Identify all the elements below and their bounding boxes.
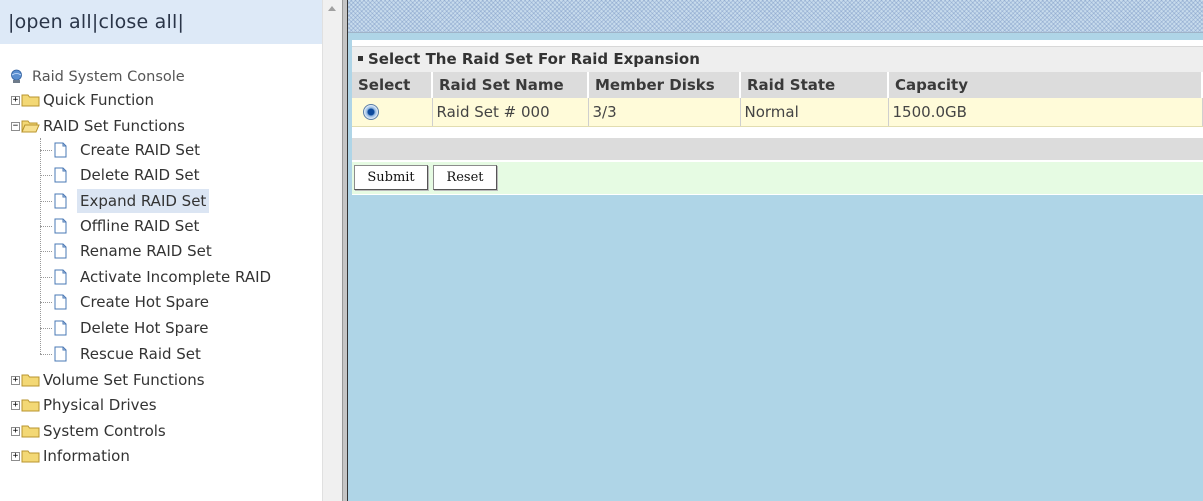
column-header: Select (352, 72, 433, 98)
tree-folder-raid-set-functions[interactable]: − RAID Set Functions (0, 114, 322, 138)
tree-root[interactable]: Raid System Console (0, 64, 322, 88)
content-frame: Select The Raid Set For Raid Expansion S… (348, 0, 1203, 501)
button-bar: Submit Reset (352, 162, 1203, 194)
page-icon (54, 218, 67, 234)
folder-icon (21, 399, 40, 412)
tree-folder-volume-set-functions[interactable]: + Volume Set Functions (0, 368, 322, 392)
tree-label: Rename RAID Set (80, 242, 212, 260)
tree-label: Create RAID Set (80, 141, 201, 159)
console-globe-icon (11, 69, 22, 83)
tree-label-quick-function: Quick Function (43, 91, 154, 109)
raid-state-cell: Normal (740, 98, 889, 127)
raid-set-table: Select Raid Set Name Member Disks Raid S… (352, 72, 1203, 127)
select-cell (352, 98, 433, 127)
page-icon (54, 269, 67, 285)
tree-label-volume-set-functions: Volume Set Functions (43, 371, 205, 389)
tree-label: Delete Hot Spare (80, 319, 209, 337)
tree-folder-quick-function[interactable]: + Quick Function (0, 88, 322, 112)
tree-label: Offline RAID Set (80, 217, 200, 235)
panel-caption-text: Select The Raid Set For Raid Expansion (368, 50, 700, 68)
tree-label-information: Information (43, 447, 130, 465)
open-close-all-links[interactable]: |open all|close all| (8, 11, 184, 33)
bullet-icon (358, 56, 363, 61)
page-icon (54, 142, 67, 158)
expand-plus-icon[interactable]: + (11, 96, 20, 105)
panel-caption: Select The Raid Set For Raid Expansion (352, 46, 1203, 72)
folder-icon (21, 425, 40, 438)
tree-label: Rescue Raid Set (80, 345, 201, 363)
left-scrollbar[interactable] (322, 0, 342, 501)
folder-icon (21, 94, 40, 107)
expand-plus-icon[interactable]: + (11, 401, 20, 410)
tree-folder-system-controls[interactable]: + System Controls (0, 419, 322, 443)
tree-connector-line (40, 138, 41, 354)
tree-label-selected: Expand RAID Set (77, 189, 210, 213)
open-folder-icon (21, 120, 40, 133)
page-icon (54, 193, 67, 209)
tree-folder-physical-drives[interactable]: + Physical Drives (0, 393, 322, 417)
tree-label: Create Hot Spare (80, 293, 210, 311)
page-icon (54, 243, 67, 259)
column-header: Capacity (888, 72, 1203, 98)
scroll-up-arrow-icon[interactable] (328, 6, 336, 11)
raid-set-radio-button[interactable] (363, 103, 379, 120)
header-banner (348, 0, 1203, 33)
table-header-row: Select Raid Set Name Member Disks Raid S… (352, 72, 1203, 98)
expand-plus-icon[interactable]: + (11, 452, 20, 461)
raid-expansion-panel: Select The Raid Set For Raid Expansion S… (352, 40, 1203, 195)
expand-plus-icon[interactable]: + (11, 376, 20, 385)
folder-icon (21, 450, 40, 463)
tree-label: Activate Incomplete RAID (80, 268, 272, 286)
column-header: Member Disks (588, 72, 741, 98)
submit-button[interactable]: Submit (354, 165, 428, 190)
page-icon (54, 294, 67, 310)
raid-set-name-cell: Raid Set # 000 (432, 98, 589, 127)
tree-label-system-controls: System Controls (43, 422, 166, 440)
reset-button[interactable]: Reset (433, 165, 497, 190)
page-icon (54, 320, 67, 336)
page-icon (54, 346, 67, 362)
page-icon (54, 167, 67, 183)
root-label: Raid System Console (32, 69, 185, 85)
column-header: Raid State (740, 72, 889, 98)
tree-folder-information[interactable]: + Information (0, 444, 322, 468)
column-header: Raid Set Name (432, 72, 589, 98)
folder-icon (21, 374, 40, 387)
table-row: Raid Set # 000 3/3 Normal 1500.0GB (352, 98, 1203, 127)
collapse-minus-icon[interactable]: − (11, 122, 20, 131)
table-footer-strip (352, 138, 1203, 160)
open-close-bar: |open all|close all| (0, 0, 322, 44)
capacity-cell: 1500.0GB (888, 98, 1203, 127)
member-disks-cell: 3/3 (588, 98, 741, 127)
tree-label-physical-drives: Physical Drives (43, 396, 157, 414)
tree-label: Delete RAID Set (80, 166, 200, 184)
expand-plus-icon[interactable]: + (11, 427, 20, 436)
navigation-frame: |open all|close all| Raid System Console… (0, 0, 322, 501)
tree-label-raid-set-functions: RAID Set Functions (43, 117, 185, 135)
